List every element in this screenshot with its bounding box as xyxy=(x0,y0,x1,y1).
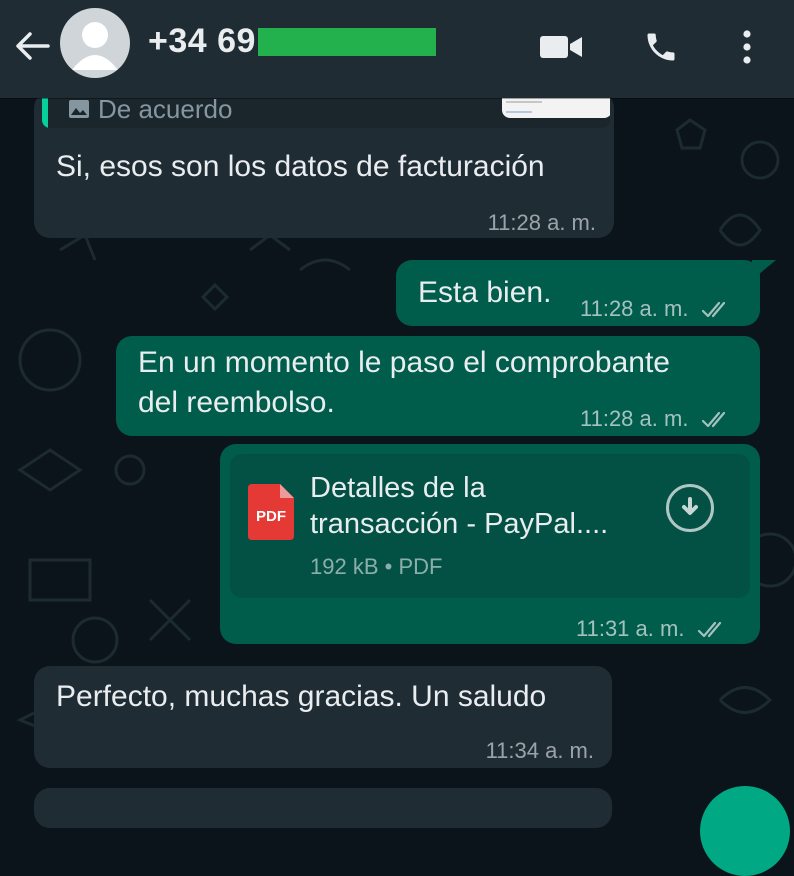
message-time: 11:28 a. m. xyxy=(580,296,689,321)
message-time: 11:31 a. m. xyxy=(576,616,685,641)
message-time: 11:28 a. m. xyxy=(487,210,596,235)
chat-header: +34 69 xyxy=(0,0,794,98)
double-check-icon xyxy=(701,412,725,428)
more-options-button[interactable] xyxy=(724,24,770,70)
message-incoming[interactable]: Perfecto, muchas gracias. Un saludo 11:3… xyxy=(34,666,612,768)
phone-icon xyxy=(647,33,675,61)
message-time: 11:34 a. m. xyxy=(485,738,594,763)
svg-text:PDF: PDF xyxy=(256,508,286,525)
video-call-button[interactable] xyxy=(538,24,584,70)
back-button[interactable] xyxy=(12,26,52,66)
download-icon xyxy=(682,497,698,515)
document-meta: 192 kB • PDF xyxy=(310,548,442,586)
bubble-tail xyxy=(752,260,776,280)
document-name-line2: transacción - PayPal.... xyxy=(310,508,609,540)
download-button[interactable] xyxy=(666,484,714,532)
image-icon xyxy=(69,100,89,118)
message-time: 11:28 a. m. xyxy=(580,406,689,431)
double-check-icon xyxy=(701,302,725,318)
message-text-line1: En un momento le paso el comprobante xyxy=(138,346,670,379)
document-size: 192 kB xyxy=(310,554,379,579)
document-card[interactable]: PDF Detalles de la transacción - PayPal.… xyxy=(230,454,750,598)
pdf-icon: PDF xyxy=(248,484,294,540)
document-name-line1: Detalles de la xyxy=(310,472,486,504)
back-arrow-icon xyxy=(16,32,50,60)
contact-name[interactable]: +34 69 xyxy=(148,22,436,61)
message-time-row: 11:28 a. m. xyxy=(580,400,733,438)
avatar[interactable] xyxy=(60,8,130,78)
double-check-icon xyxy=(697,622,721,638)
video-call-icon xyxy=(540,36,582,58)
message-outgoing[interactable]: Esta bien. 11:28 a. m. xyxy=(396,260,760,326)
message-time-row: 11:28 a. m. xyxy=(580,290,733,328)
message-text: Si, esos son los datos de facturación xyxy=(56,150,545,183)
meta-separator: • xyxy=(384,554,399,579)
message-document[interactable]: PDF Detalles de la transacción - PayPal.… xyxy=(220,444,760,644)
voice-call-button[interactable] xyxy=(638,24,684,70)
message-text: Esta bien. xyxy=(418,276,552,309)
document-name: Detalles de la transacción - PayPal.... xyxy=(310,470,640,542)
redaction-bar xyxy=(257,27,436,56)
document-format: PDF xyxy=(398,554,443,579)
message-text-line2: del reembolso. xyxy=(138,386,335,419)
message-incoming-partial[interactable] xyxy=(34,788,612,828)
message-incoming[interactable]: De acuerdo Si, esos son los datos de fac… xyxy=(34,82,614,238)
message-outgoing[interactable]: En un momento le paso el comprobante del… xyxy=(116,336,760,436)
more-options-icon xyxy=(743,30,751,64)
contact-name-text: +34 69 xyxy=(148,22,256,60)
avatar-icon xyxy=(72,22,118,70)
message-time-row: 11:31 a. m. xyxy=(576,610,729,648)
message-text: Perfecto, muchas gracias. Un saludo xyxy=(56,680,547,713)
